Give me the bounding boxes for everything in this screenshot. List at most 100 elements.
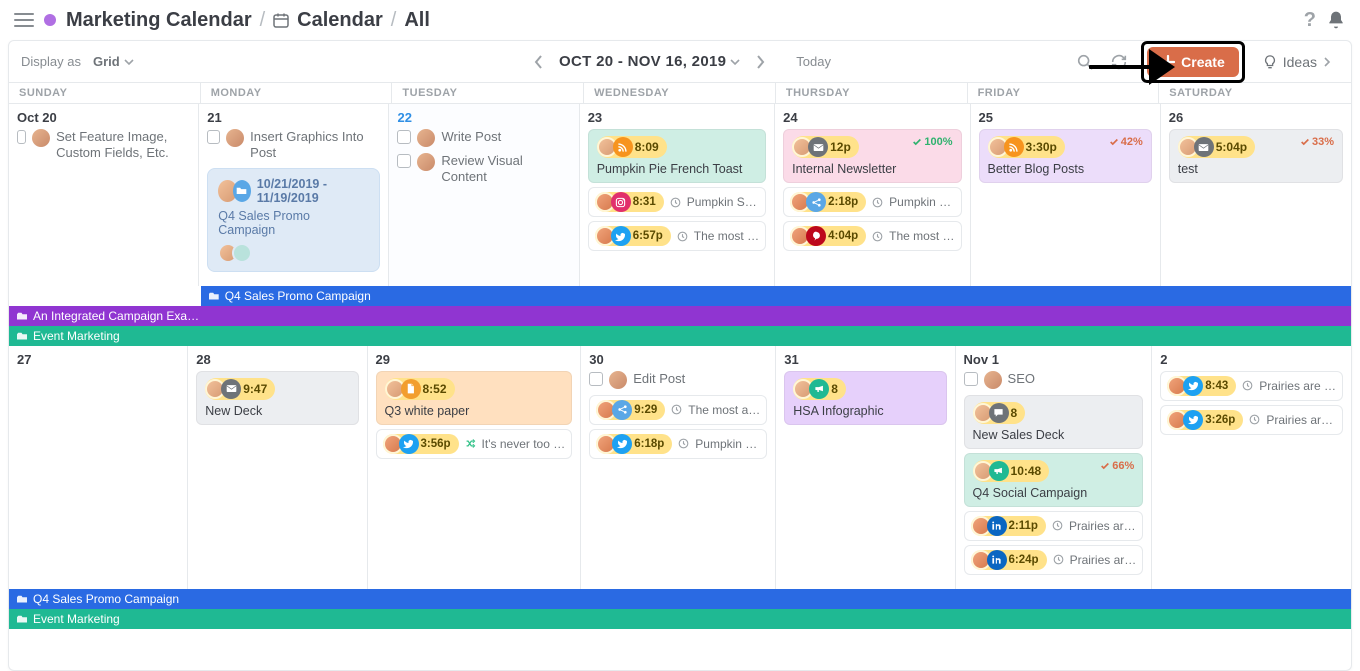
- display-as-value: Grid: [93, 54, 120, 69]
- day-cell[interactable]: 23 8:09 Pumpkin Pie French Toast 8:31 Pu…: [580, 104, 775, 286]
- task-item[interactable]: Write Post: [397, 129, 570, 147]
- help-icon[interactable]: ?: [1304, 9, 1316, 32]
- social-post-chip[interactable]: 2:11p Prairies ar…: [964, 511, 1144, 541]
- social-post-chip[interactable]: 9:29 The most a…: [589, 395, 767, 425]
- day-cell[interactable]: 25 3:30p 42% Better Blog Posts: [971, 104, 1161, 286]
- social-post-chip[interactable]: 4:04p The most …: [783, 221, 961, 251]
- plus-icon: [1161, 55, 1175, 69]
- day-cell[interactable]: 22 Write Post Review Visual Content: [389, 104, 579, 286]
- pin-icon: [806, 226, 826, 246]
- day-cell[interactable]: 2 8:43 Prairies are … 3:26p Prairies ar…: [1152, 346, 1351, 589]
- ideas-button[interactable]: Ideas: [1255, 48, 1339, 76]
- day-cell[interactable]: Nov 1 SEO 8 New Sales Deck 10:48 66% Q4 …: [956, 346, 1153, 589]
- notifications-icon[interactable]: [1326, 10, 1346, 30]
- task-checkbox[interactable]: [17, 130, 26, 144]
- today-button[interactable]: Today: [796, 54, 831, 69]
- social-post-chip[interactable]: 6:18p Pumpkin …: [589, 429, 767, 459]
- date-number: 27: [17, 352, 179, 367]
- social-post-text: Pumpkin …: [889, 195, 951, 209]
- event-card[interactable]: 8 HSA Infographic: [784, 371, 946, 425]
- task-checkbox[interactable]: [397, 154, 411, 168]
- next-range-button[interactable]: [750, 52, 770, 72]
- day-cell[interactable]: Oct 20 Set Feature Image, Custom Fields,…: [9, 104, 199, 286]
- refresh-icon[interactable]: [1107, 50, 1131, 74]
- day-cell[interactable]: 29 8:52 Q3 white paper 3:56p It's never …: [368, 346, 582, 589]
- breadcrumb-section[interactable]: Calendar: [297, 9, 383, 32]
- event-title: HSA Infographic: [793, 404, 937, 418]
- prev-range-button[interactable]: [529, 52, 549, 72]
- day-cell[interactable]: 30 Edit Post 9:29 The most a… 6:18p Pump…: [581, 346, 776, 589]
- campaign-span-bar[interactable]: Event Marketing: [9, 609, 1351, 629]
- campaign-span-bar[interactable]: Q4 Sales Promo Campaign: [201, 286, 1351, 306]
- campaign-span-bar[interactable]: Q4 Sales Promo Campaign: [9, 589, 1351, 609]
- date-range-picker[interactable]: OCT 20 - NOV 16, 2019: [559, 53, 740, 70]
- event-title: New Deck: [205, 404, 349, 418]
- event-time-pill: 3:30p: [988, 136, 1065, 158]
- display-as-select[interactable]: Grid: [93, 54, 134, 69]
- search-icon[interactable]: [1073, 50, 1097, 74]
- social-post-chip[interactable]: 6:57p The most …: [588, 221, 766, 251]
- event-title: test: [1178, 162, 1334, 176]
- menu-toggle[interactable]: [14, 13, 34, 27]
- shuffle-icon: [465, 438, 476, 449]
- day-cell[interactable]: 21 Insert Graphics Into Post 10/21/2019 …: [199, 104, 389, 286]
- clock-icon: [1052, 520, 1063, 531]
- social-post-chip[interactable]: 6:24p Prairies ar…: [964, 545, 1144, 575]
- day-cell[interactable]: 31 8 HSA Infographic: [776, 346, 955, 589]
- event-time-pill: 8: [793, 378, 846, 400]
- social-post-text: Prairies ar…: [1069, 519, 1136, 533]
- event-status: 42%: [1109, 136, 1143, 148]
- social-post-text: The most …: [694, 229, 759, 243]
- social-post-chip[interactable]: 2:18p Pumpkin …: [783, 187, 961, 217]
- breadcrumb-project[interactable]: Marketing Calendar: [66, 9, 252, 32]
- event-title: Q4 Social Campaign: [973, 486, 1135, 500]
- event-card[interactable]: 12p 100% Internal Newsletter: [783, 129, 961, 183]
- create-button[interactable]: Create: [1147, 47, 1239, 77]
- campaign-range-card[interactable]: 10/21/2019 - 11/19/2019 Q4 Sales Promo C…: [207, 168, 380, 272]
- dow-header: WEDNESDAY: [584, 83, 776, 103]
- day-cell[interactable]: 26 5:04p 33% test: [1161, 104, 1351, 286]
- day-cell[interactable]: 28 9:47 New Deck: [188, 346, 367, 589]
- doc-icon: [401, 379, 421, 399]
- task-checkbox[interactable]: [397, 130, 411, 144]
- social-post-chip[interactable]: 3:26p Prairies ar…: [1160, 405, 1343, 435]
- chat-icon: [989, 403, 1009, 423]
- date-number: 23: [588, 110, 766, 125]
- campaign-span-bar[interactable]: An Integrated Campaign Exa…: [9, 306, 1351, 326]
- mail-icon: [1194, 137, 1214, 157]
- share-icon: [806, 192, 826, 212]
- clock-icon: [1053, 554, 1064, 565]
- campaign-span-bar[interactable]: Event Marketing: [9, 326, 1351, 346]
- tw-icon: [612, 434, 632, 454]
- task-item[interactable]: Review Visual Content: [397, 153, 570, 186]
- lightbulb-icon: [1263, 55, 1277, 69]
- social-post-chip[interactable]: 8:43 Prairies are …: [1160, 371, 1343, 401]
- social-post-chip[interactable]: 8:31 Pumpkin S…: [588, 187, 766, 217]
- task-item[interactable]: Set Feature Image, Custom Fields, Etc.: [17, 129, 190, 162]
- event-card[interactable]: 9:47 New Deck: [196, 371, 358, 425]
- event-time-pill: 8: [973, 402, 1026, 424]
- event-card[interactable]: 5:04p 33% test: [1169, 129, 1343, 183]
- day-cell[interactable]: 27: [9, 346, 188, 589]
- share-icon: [612, 400, 632, 420]
- event-card[interactable]: 8 New Sales Deck: [964, 395, 1144, 449]
- event-card[interactable]: 8:09 Pumpkin Pie French Toast: [588, 129, 766, 183]
- task-item[interactable]: Insert Graphics Into Post: [207, 129, 380, 162]
- task-checkbox[interactable]: [964, 372, 978, 386]
- task-checkbox[interactable]: [589, 372, 603, 386]
- date-number: 31: [784, 352, 946, 367]
- social-post-chip[interactable]: 3:56p It's never too …: [376, 429, 573, 459]
- create-button-highlight: Create: [1141, 41, 1245, 83]
- breadcrumb-filter[interactable]: All: [404, 9, 430, 32]
- event-status: 66%: [1100, 460, 1134, 472]
- event-card[interactable]: 8:52 Q3 white paper: [376, 371, 573, 425]
- task-item[interactable]: SEO: [964, 371, 1144, 389]
- event-card[interactable]: 3:30p 42% Better Blog Posts: [979, 129, 1152, 183]
- task-item[interactable]: Edit Post: [589, 371, 767, 389]
- date-number: 24: [783, 110, 961, 125]
- day-cell[interactable]: 24 12p 100% Internal Newsletter 2:18p Pu…: [775, 104, 970, 286]
- date-range-text: OCT 20 - NOV 16, 2019: [559, 53, 726, 70]
- event-card[interactable]: 10:48 66% Q4 Social Campaign: [964, 453, 1144, 507]
- task-checkbox[interactable]: [207, 130, 220, 144]
- mail-icon: [221, 379, 241, 399]
